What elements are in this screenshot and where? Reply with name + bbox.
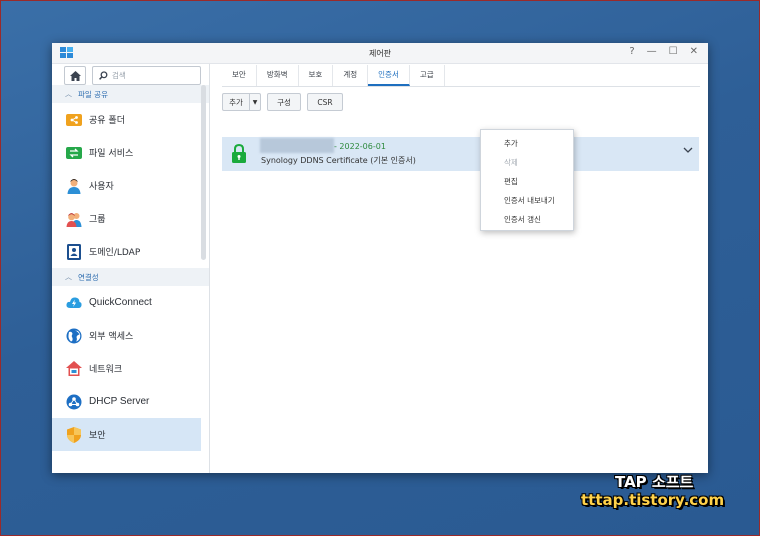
toolbar: 추가 ▼ 구성 CSR	[222, 93, 343, 111]
maximize-icon[interactable]: ☐	[669, 46, 678, 57]
chevron-down-icon[interactable]	[683, 147, 693, 154]
menu-item-renew-certificate[interactable]: 인증서 갱신	[481, 210, 573, 229]
tab-protection[interactable]: 보호	[299, 65, 334, 86]
home-button[interactable]	[64, 66, 86, 85]
sidebar: 검색 ︿ 파일 공유 공유 폴더 파일 서비스 사용자 그룹 도메인/LDAP …	[52, 64, 210, 473]
sidebar-item-network[interactable]: 네트워크	[52, 352, 209, 385]
redacted-domain	[260, 138, 334, 153]
sidebar-item-domain-ldap[interactable]: 도메인/LDAP	[52, 235, 209, 268]
menu-item-edit[interactable]: 편집	[481, 172, 573, 191]
chevron-up-icon: ︿	[65, 90, 72, 98]
search-placeholder: 검색	[112, 71, 126, 80]
sidebar-item-quickconnect[interactable]: QuickConnect	[52, 286, 209, 319]
configure-button[interactable]: 구성	[267, 93, 301, 111]
certificate-row[interactable]: - 2022-06-01 Synology DDNS Certificate (…	[222, 137, 699, 171]
group-icon	[66, 211, 82, 227]
quickconnect-icon	[66, 295, 82, 311]
control-panel-window: 제어판 ? — ☐ ✕ 검색 ︿ 파일 공유 공유 폴더 파일 서비스 사용자 …	[52, 43, 708, 473]
certificate-expiry-date: - 2022-06-01	[334, 142, 386, 151]
main-panel: 보안 방화벽 보호 계정 인증서 고급 추가 ▼ 구성 CSR - 2022-0…	[210, 64, 708, 473]
add-button[interactable]: 추가	[222, 93, 250, 111]
user-icon	[66, 178, 82, 194]
window-title: 제어판	[368, 49, 392, 58]
minimize-icon[interactable]: —	[647, 46, 657, 57]
search-icon	[99, 71, 108, 80]
sidebar-item-file-services[interactable]: 파일 서비스	[52, 136, 209, 169]
chevron-up-icon: ︿	[65, 273, 72, 281]
shield-icon	[66, 426, 82, 443]
section-file-sharing[interactable]: ︿ 파일 공유	[52, 85, 209, 103]
menu-item-export-certificate[interactable]: 인증서 내보내기	[481, 191, 573, 210]
tab-advanced[interactable]: 고급	[410, 65, 445, 86]
tab-security[interactable]: 보안	[222, 65, 257, 86]
tab-firewall[interactable]: 방화벽	[257, 65, 299, 86]
lock-icon	[232, 144, 246, 163]
sidebar-item-group[interactable]: 그룹	[52, 202, 209, 235]
csr-button[interactable]: CSR	[307, 93, 343, 111]
external-access-icon	[66, 328, 82, 344]
domain-ldap-icon	[66, 243, 82, 260]
title-bar[interactable]: 제어판 ? — ☐ ✕	[52, 43, 708, 64]
help-icon[interactable]: ?	[629, 46, 634, 57]
watermark-brand: TAP 소프트	[615, 473, 694, 491]
search-input[interactable]: 검색	[92, 66, 201, 85]
menu-item-delete[interactable]: 삭제	[481, 153, 573, 172]
shared-folder-icon	[66, 112, 82, 128]
tab-certificate[interactable]: 인증서	[368, 65, 410, 86]
menu-item-add[interactable]: 추가	[481, 134, 573, 153]
context-menu: 추가 삭제 편집 인증서 내보내기 인증서 갱신	[480, 129, 574, 231]
home-icon	[69, 70, 81, 81]
network-icon	[66, 361, 82, 377]
sidebar-item-user[interactable]: 사용자	[52, 169, 209, 202]
file-services-icon	[66, 145, 82, 161]
dhcp-icon	[66, 394, 82, 410]
sidebar-item-shared-folder[interactable]: 공유 폴더	[52, 103, 209, 136]
tab-account[interactable]: 계정	[333, 65, 369, 86]
sidebar-item-security[interactable]: 보안	[52, 418, 201, 451]
certificate-name: Synology DDNS Certificate (기본 인증서)	[261, 156, 416, 165]
watermark-url: tttap.tistory.com	[581, 491, 725, 509]
add-split-button: 추가 ▼	[222, 93, 261, 111]
sidebar-item-dhcp-server[interactable]: DHCP Server	[52, 385, 209, 418]
add-dropdown-arrow[interactable]: ▼	[250, 93, 261, 111]
tab-bar: 보안 방화벽 보호 계정 인증서 고급	[222, 64, 700, 87]
close-icon[interactable]: ✕	[690, 46, 698, 57]
sidebar-scrollbar[interactable]	[201, 85, 206, 260]
section-connectivity[interactable]: ︿ 연결성	[52, 268, 209, 286]
sidebar-item-external-access[interactable]: 외부 액세스	[52, 319, 209, 352]
